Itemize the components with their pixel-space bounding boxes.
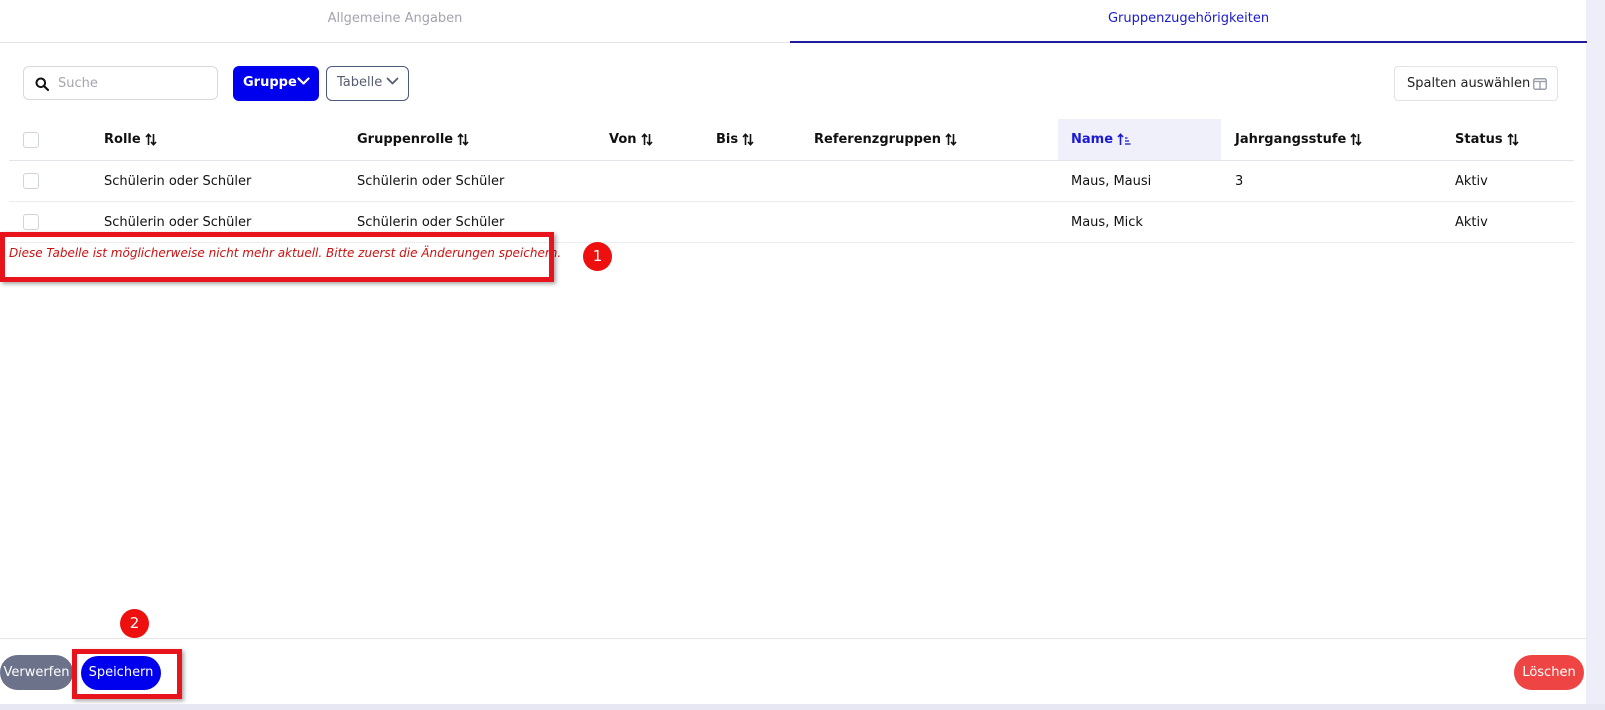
footer-divider [0, 638, 1586, 639]
memberships-table: Rolle Gruppenrolle Von Bis Referenzgrupp… [9, 119, 1574, 243]
columns-icon [1533, 78, 1547, 90]
annotation-highlight-box [0, 232, 554, 282]
column-header-jahrgangsstufe[interactable]: Jahrgangsstufe [1235, 119, 1362, 160]
sort-icon[interactable] [945, 133, 957, 146]
row-checkbox[interactable] [23, 173, 39, 189]
select-columns-label: Spalten auswählen [1407, 76, 1531, 91]
annotation-marker: 1 [583, 242, 612, 271]
window-bottom-edge [0, 704, 1605, 710]
discard-button[interactable]: Verwerfen [0, 655, 73, 690]
sort-icon[interactable] [640, 133, 653, 146]
sort-icon[interactable] [457, 133, 469, 146]
cell-jahrgangsstufe: 3 [1235, 173, 1244, 189]
table-row[interactable]: Schülerin oder Schüler Schülerin oder Sc… [9, 161, 1574, 202]
sort-icon[interactable] [145, 133, 157, 146]
tab-general-info[interactable]: Allgemeine Angaben [0, 0, 790, 42]
search-input[interactable] [58, 67, 208, 99]
delete-button[interactable]: Löschen [1514, 655, 1584, 690]
column-header-rolle[interactable]: Rolle [104, 119, 157, 160]
annotation-highlight-box [72, 649, 182, 699]
sort-icon[interactable] [742, 133, 754, 146]
column-header-name[interactable]: Name [1058, 119, 1221, 160]
group-view-label: Gruppe [243, 75, 297, 90]
chevron-down-icon [386, 77, 399, 85]
window-edge [1586, 0, 1605, 710]
active-tab-indicator [790, 41, 1587, 43]
table-view-label: Tabelle [337, 75, 383, 90]
chevron-down-icon [297, 77, 310, 85]
select-all-cell [23, 119, 39, 160]
cell-rolle: Schülerin oder Schüler [104, 173, 252, 189]
column-header-gruppenrolle[interactable]: Gruppenrolle [357, 119, 469, 160]
group-view-button[interactable]: Gruppe [233, 66, 319, 101]
annotation-marker: 2 [120, 609, 149, 638]
select-all-checkbox[interactable] [23, 131, 39, 148]
cell-name: Maus, Mausi [1071, 173, 1152, 189]
column-header-bis[interactable]: Bis [716, 119, 754, 160]
cell-status: Aktiv [1455, 214, 1488, 230]
row-checkbox[interactable] [23, 214, 39, 230]
column-header-von[interactable]: Von [609, 119, 653, 160]
tab-group-memberships[interactable]: Gruppenzugehörigkeiten [790, 0, 1587, 42]
sort-icon[interactable] [1350, 133, 1362, 146]
select-columns-button[interactable]: Spalten auswählen [1394, 66, 1558, 101]
column-header-status[interactable]: Status [1455, 119, 1519, 160]
column-header-referenzgruppen[interactable]: Referenzgruppen [814, 119, 957, 160]
cell-gruppenrolle: Schülerin oder Schüler [357, 173, 505, 189]
row-select-cell [23, 161, 39, 201]
cell-name: Maus, Mick [1071, 214, 1143, 230]
table-header-row: Rolle Gruppenrolle Von Bis Referenzgrupp… [9, 119, 1574, 161]
cell-status: Aktiv [1455, 173, 1488, 189]
search-field[interactable] [23, 66, 218, 100]
search-icon [35, 77, 49, 91]
sort-icon[interactable] [1506, 133, 1519, 146]
sort-ascending-icon[interactable] [1117, 133, 1131, 146]
table-view-button[interactable]: Tabelle [326, 66, 409, 101]
